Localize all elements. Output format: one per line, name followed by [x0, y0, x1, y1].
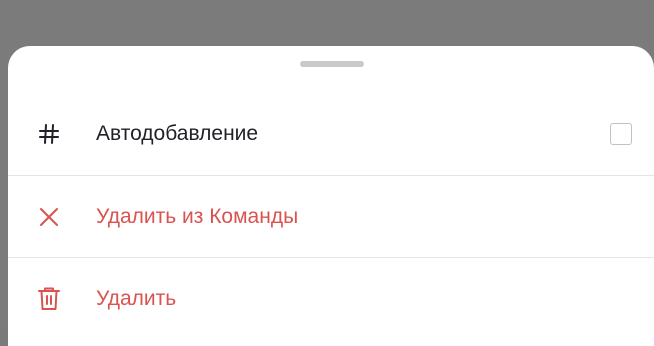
- menu-item-remove-from-team[interactable]: Удалить из Команды: [8, 176, 654, 258]
- menu-item-label: Автодобавление: [96, 122, 259, 145]
- menu-item-auto-add[interactable]: Автодобавление: [8, 93, 654, 175]
- auto-add-checkbox[interactable]: [610, 123, 632, 145]
- menu-item-label: Удалить: [96, 287, 177, 310]
- action-sheet: Автодобавление Удалить из Команды Удалит…: [8, 46, 654, 346]
- menu-item-delete[interactable]: Удалить: [8, 258, 654, 340]
- hash-icon: [36, 121, 62, 147]
- trash-icon: [36, 286, 62, 312]
- drag-handle[interactable]: [300, 61, 364, 67]
- close-icon: [36, 204, 62, 230]
- menu-item-label: Удалить из Команды: [96, 205, 299, 228]
